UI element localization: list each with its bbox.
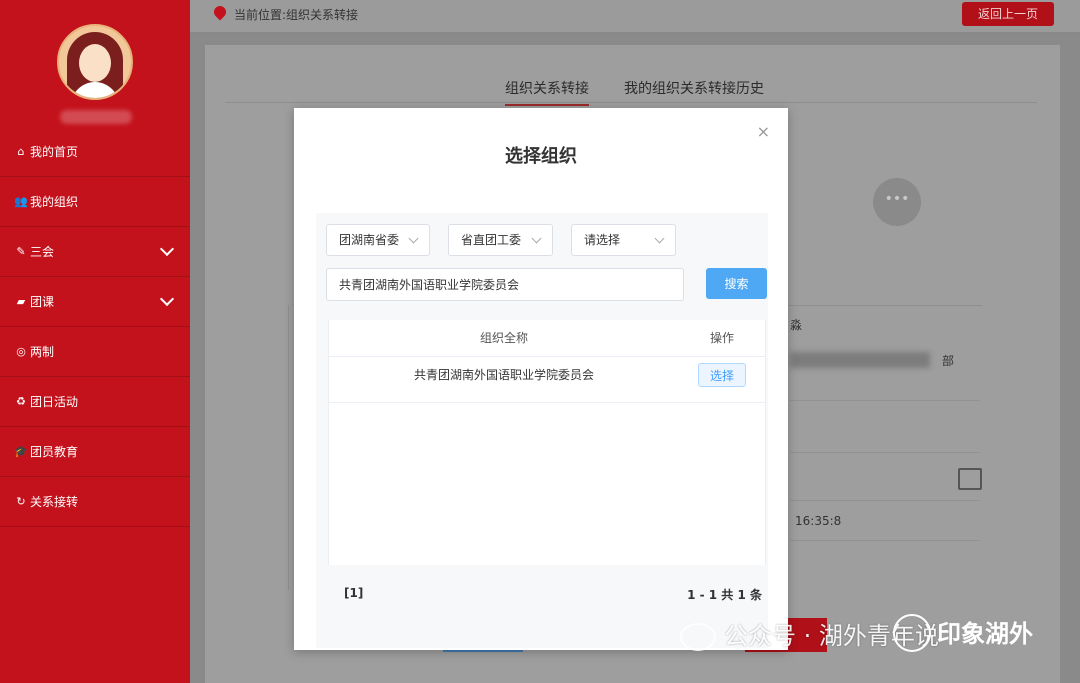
chevron-down-icon — [531, 233, 542, 244]
select-value: 请选择 — [584, 233, 621, 247]
recycle-icon: ♻ — [16, 395, 26, 408]
form-line — [790, 452, 980, 453]
org-table: 组织全称 操作 共青团湖南外国语职业学院委员会 选择 — [328, 320, 766, 565]
watermark-logo-text: 印象湖外 — [937, 620, 1033, 648]
table-row: 共青团湖南外国语职业学院委员会 选择 — [329, 356, 765, 403]
sidebar-item-my-org[interactable]: 👥 我的组织 — [0, 177, 190, 227]
sidebar-item-home[interactable]: ⌂ 我的首页 — [0, 127, 190, 177]
org-name-cell: 共青团湖南外国语职业学院委员会 — [413, 368, 594, 382]
select-value: 团湖南省委 — [339, 233, 400, 247]
sidebar-item-label: 我的组织 — [30, 195, 79, 209]
sidebar-menu: ⌂ 我的首页 👥 我的组织 ✎ 三会 ▰ 团课 ◎ 两制 ♻ 团日活动 🎓 团员… — [0, 127, 190, 527]
sidebar-item-label: 关系接转 — [30, 495, 79, 509]
blurred-field — [790, 352, 930, 368]
committee-select[interactable]: 省直团工委 — [448, 224, 553, 256]
back-button[interactable]: 返回上一页 — [961, 2, 1054, 26]
modal-title: 选择组织 — [505, 146, 577, 167]
select-org-button[interactable]: 选择 — [698, 363, 746, 387]
select-value: 省直团工委 — [461, 233, 522, 247]
pagination-summary: 1 - 1 共 1 条 — [687, 588, 762, 602]
step-more-icon — [873, 178, 921, 226]
chevron-down-icon — [408, 233, 419, 244]
location-pin-icon — [211, 3, 229, 21]
edit-icon: ✎ — [16, 245, 26, 258]
tab-transfer-history[interactable]: 我的组织关系转接历史 — [624, 78, 764, 98]
sidebar: ⌂ 我的首页 👥 我的组织 ✎ 三会 ▰ 团课 ◎ 两制 ♻ 团日活动 🎓 团员… — [0, 0, 190, 683]
user-name-blurred — [60, 110, 132, 124]
column-header-org-name: 组织全称 — [479, 331, 528, 345]
sidebar-item-education[interactable]: 🎓 团员教育 — [0, 427, 190, 477]
form-field-value: 淼 — [790, 318, 803, 332]
chevron-down-icon — [654, 233, 665, 244]
avatar[interactable] — [57, 24, 133, 100]
search-button[interactable]: 搜索 — [706, 268, 767, 299]
pagination-pages[interactable]: [1] — [344, 586, 363, 600]
sidebar-item-label: 团课 — [30, 295, 55, 309]
form-card — [785, 305, 982, 586]
table-header: 组织全称 操作 — [329, 320, 765, 357]
form-field-value: 部 — [942, 354, 955, 368]
select-org-modal: × 选择组织 团湖南省委 省直团工委 请选择 搜索 组织全称 操作 共青团湖南外… — [294, 108, 788, 650]
province-select[interactable]: 团湖南省委 — [326, 224, 430, 256]
chevron-down-icon[interactable] — [159, 291, 175, 307]
form-border — [288, 305, 289, 590]
refresh-icon: ↻ — [16, 495, 26, 508]
form-line — [790, 500, 980, 501]
org-search-input[interactable] — [326, 268, 684, 301]
wechat-icon — [680, 623, 716, 651]
tab-divider — [225, 102, 1037, 103]
watermark-logo-icon — [893, 614, 931, 652]
form-line — [790, 400, 980, 401]
home-icon: ⌂ — [17, 145, 25, 158]
sidebar-item-transfer[interactable]: ↻ 关系接转 — [0, 477, 190, 527]
form-time-value: 16:35:8 — [795, 514, 842, 528]
form-line — [790, 540, 980, 541]
sidebar-item-label: 我的首页 — [30, 145, 79, 159]
column-header-action: 操作 — [709, 331, 734, 345]
top-bar: 当前位置:组织关系转接 返回上一页 — [190, 0, 1080, 33]
sidebar-item-label: 三会 — [30, 245, 55, 259]
close-icon[interactable]: × — [757, 122, 770, 141]
breadcrumb: 当前位置:组织关系转接 — [234, 8, 359, 22]
graduation-cap-icon: 🎓 — [14, 445, 28, 458]
sidebar-item-label: 两制 — [30, 345, 55, 359]
sidebar-item-liang-zhi[interactable]: ◎ 两制 — [0, 327, 190, 377]
sidebar-item-san-hui[interactable]: ✎ 三会 — [0, 227, 190, 277]
sub-org-select[interactable]: 请选择 — [571, 224, 676, 256]
avatar-face — [79, 44, 111, 82]
sidebar-item-label: 团日活动 — [30, 395, 79, 409]
sidebar-item-tuan-ke[interactable]: ▰ 团课 — [0, 277, 190, 327]
target-icon: ◎ — [16, 345, 26, 358]
sidebar-item-label: 团员教育 — [30, 445, 79, 459]
edit-icon[interactable] — [958, 468, 982, 490]
sidebar-item-activity[interactable]: ♻ 团日活动 — [0, 377, 190, 427]
folder-icon: ▰ — [16, 295, 26, 308]
users-icon: 👥 — [14, 195, 28, 208]
chevron-down-icon[interactable] — [159, 241, 175, 257]
